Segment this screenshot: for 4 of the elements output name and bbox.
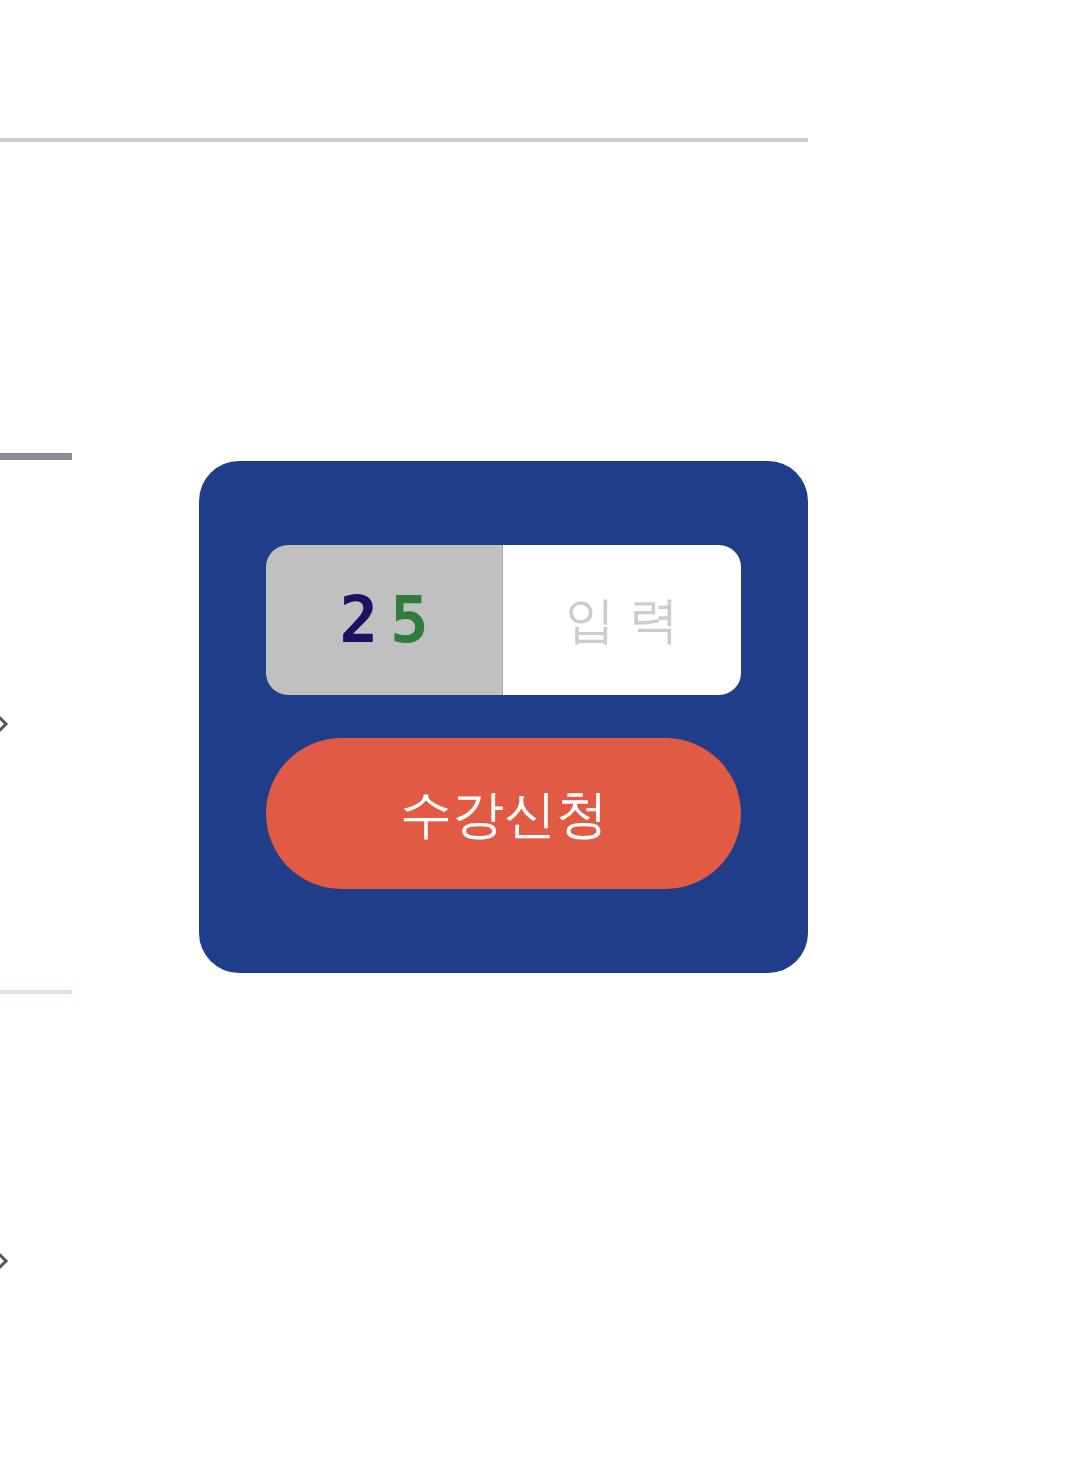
captcha-digit: 5 <box>390 582 429 659</box>
section-bar <box>0 453 72 460</box>
apply-button[interactable]: 수강신청 <box>266 738 741 889</box>
captcha-digit: 2 <box>339 582 378 659</box>
